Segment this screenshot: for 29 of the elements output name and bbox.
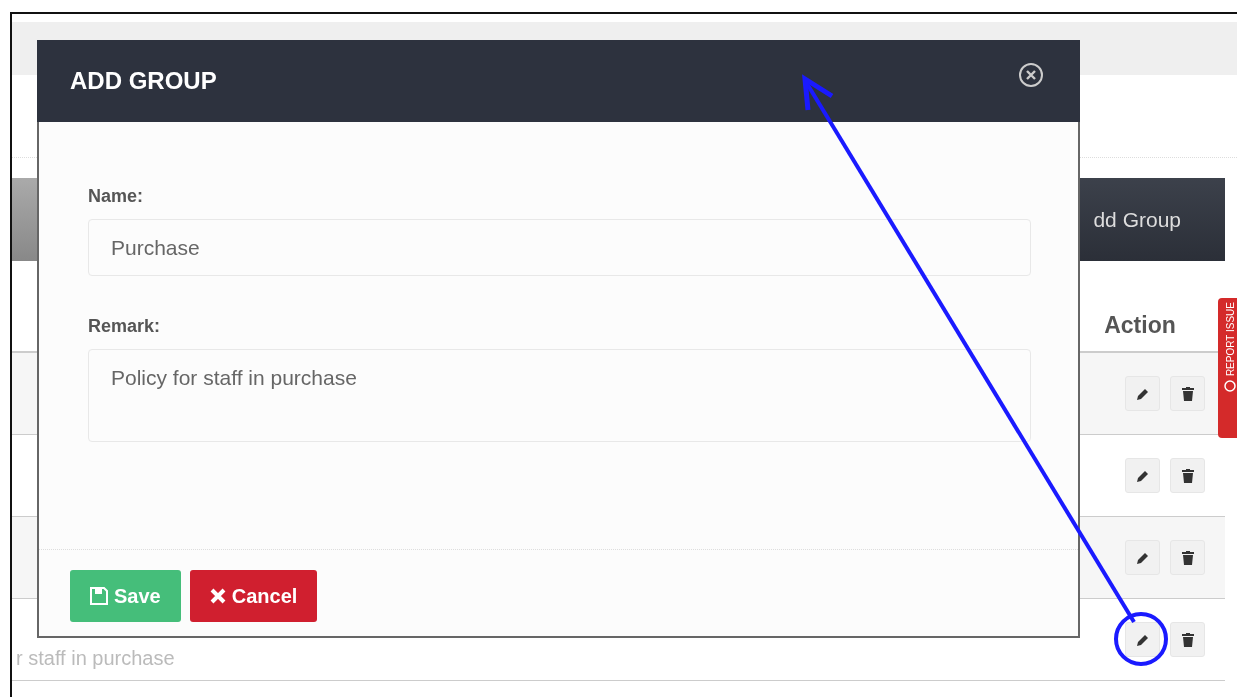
delete-button[interactable] xyxy=(1170,458,1205,493)
trash-icon xyxy=(1181,468,1194,483)
dialog-title: ADD GROUP xyxy=(70,67,217,95)
trash-icon xyxy=(1181,632,1194,647)
trash-icon xyxy=(1181,550,1194,565)
column-header: Action xyxy=(1103,310,1177,340)
report-issue-tab[interactable]: REPORT ISSUE xyxy=(1218,298,1237,438)
delete-button[interactable] xyxy=(1170,540,1205,575)
name-field[interactable]: Purchase xyxy=(88,219,1031,276)
delete-button[interactable] xyxy=(1170,622,1205,657)
pencil-icon xyxy=(1135,550,1150,565)
report-issue-label: REPORT ISSUE xyxy=(1224,302,1236,377)
field-label: Remark: xyxy=(88,316,162,337)
close-button[interactable] xyxy=(1018,62,1044,88)
remark-field[interactable]: Policy for staff in purchase xyxy=(88,349,1031,442)
close-icon xyxy=(209,588,226,604)
field-label: Name: xyxy=(88,186,145,207)
pencil-icon xyxy=(1135,386,1150,401)
delete-button[interactable] xyxy=(1170,376,1205,411)
trash-icon xyxy=(1181,386,1194,401)
cancel-button[interactable]: Cancel xyxy=(189,570,318,622)
edit-button[interactable] xyxy=(1125,376,1160,411)
edit-button[interactable] xyxy=(1125,458,1160,493)
table-cell-text: r staff in purchase xyxy=(16,646,175,670)
pencil-icon xyxy=(1135,468,1150,483)
close-icon xyxy=(1018,62,1044,88)
edit-button[interactable] xyxy=(1125,540,1160,575)
pencil-icon xyxy=(1135,632,1150,647)
edit-button[interactable] xyxy=(1125,622,1160,657)
